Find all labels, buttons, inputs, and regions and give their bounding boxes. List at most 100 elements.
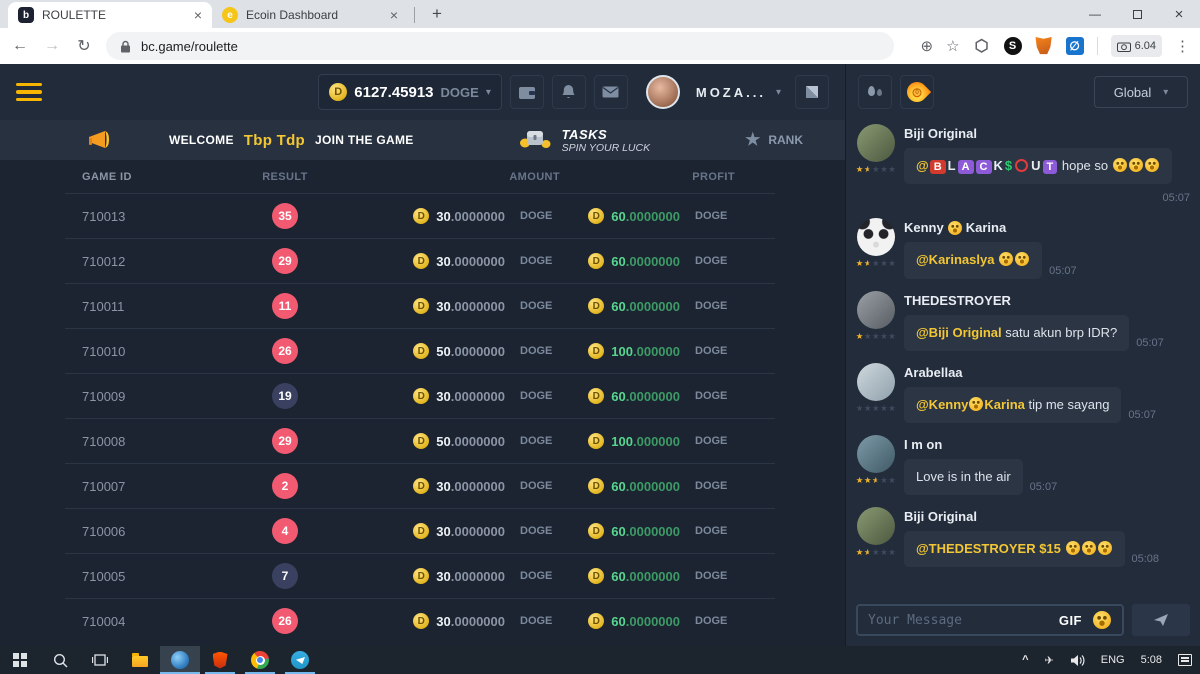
avatar[interactable] — [857, 507, 895, 545]
user-avatar[interactable] — [646, 75, 680, 109]
forward-button[interactable]: → — [42, 37, 62, 55]
chat-messages[interactable]: ★★★★★Biji Original@BLACK$UT hope so 05:0… — [846, 120, 1200, 600]
reload-button[interactable]: ↻ — [74, 36, 94, 56]
message-bubble[interactable]: @BLACK$UT hope so — [904, 148, 1172, 184]
menu-hamburger-icon[interactable] — [16, 83, 42, 102]
tray-expand-icon[interactable]: ^ — [1014, 646, 1036, 674]
doge-coin-icon: D — [413, 388, 429, 404]
taskbar-search-button[interactable] — [40, 646, 80, 674]
chat-message: ★★★★★KennyKarina@Karinaslya 05:07 — [854, 218, 1190, 278]
star-icon: ★ — [872, 258, 880, 268]
telegram-button[interactable] — [280, 646, 320, 674]
avatar[interactable] — [857, 435, 895, 473]
tasks-widget[interactable]: TASKS SPIN YOUR LUCK — [518, 127, 651, 154]
wallet-button[interactable] — [510, 75, 544, 109]
gif-button[interactable]: GIF — [1059, 613, 1082, 628]
action-center-button[interactable] — [1170, 646, 1200, 674]
message-input[interactable]: Your Message GIF — [856, 604, 1124, 636]
messages-button[interactable] — [594, 75, 628, 109]
avatar[interactable] — [857, 124, 895, 162]
chrome-button[interactable] — [240, 646, 280, 674]
amount-cell: D30.0000000DOGE — [355, 253, 580, 269]
table-row[interactable]: 71000426D30.0000000DOGED60.0000000DOGE — [65, 598, 775, 643]
volume-button[interactable] — [1062, 646, 1093, 674]
message-text: Karina — [966, 220, 1006, 235]
chevron-down-icon[interactable]: ▾ — [776, 87, 781, 98]
amount-currency: DOGE — [520, 525, 560, 537]
profit-decimals: .0000000 — [626, 614, 680, 629]
adblock-icon[interactable]: ∅ — [1066, 37, 1084, 55]
message-bubble[interactable]: @Biji Original satu akun brp IDR? — [904, 315, 1129, 351]
result-cell: 11 — [272, 293, 298, 319]
table-row[interactable]: 71001026D50.0000000DOGED100.000000DOGE — [65, 328, 775, 373]
balance-selector[interactable]: D 6127.45913 DOGE ▾ — [318, 74, 502, 110]
window-controls: — × — [1074, 0, 1200, 28]
message-body: KennyKarina@Karinaslya 05:07 — [904, 218, 1190, 278]
table-row[interactable]: 7100057D30.0000000DOGED60.0000000DOGE — [65, 553, 775, 598]
table-row[interactable]: 71001229D30.0000000DOGED60.0000000DOGE — [65, 238, 775, 283]
result-ball: 29 — [272, 248, 298, 274]
file-explorer-button[interactable] — [120, 646, 160, 674]
profit-currency: DOGE — [695, 570, 735, 582]
tab-roulette[interactable]: b ROULETTE × — [8, 2, 212, 28]
language-indicator[interactable]: ENG — [1093, 646, 1133, 674]
star-icon: ★ — [888, 164, 896, 174]
tab-close-icon[interactable]: × — [194, 7, 202, 23]
message-bubble[interactable]: Love is in the air — [904, 459, 1023, 495]
active-browser-button[interactable] — [160, 646, 200, 674]
rank-widget[interactable]: ★ RANK — [745, 130, 803, 150]
new-tab-button[interactable]: + — [425, 4, 449, 24]
red-circle-letter — [1015, 159, 1028, 172]
avatar[interactable] — [857, 218, 895, 256]
message-bubble[interactable]: @Karinaslya — [904, 242, 1042, 278]
send-button[interactable] — [1132, 604, 1190, 636]
table-row[interactable]: 7100072D30.0000000DOGED60.0000000DOGE — [65, 463, 775, 508]
clock[interactable]: 5:08 — [1133, 646, 1170, 674]
doge-coin-icon: D — [413, 253, 429, 269]
airplane-mode-icon[interactable]: ✈ — [1037, 646, 1062, 674]
table-row[interactable]: 7100064D30.0000000DOGED60.0000000DOGE — [65, 508, 775, 553]
tab-close-icon[interactable]: × — [390, 7, 398, 23]
extension-badge[interactable]: 6.04 — [1111, 35, 1162, 57]
game-id-cell: 710007 — [65, 479, 215, 494]
message-bubble[interactable]: @THEDESTROYER $15 — [904, 531, 1125, 567]
back-button[interactable]: ← — [10, 37, 30, 55]
close-window-button[interactable]: × — [1158, 0, 1200, 28]
minimize-button[interactable]: — — [1074, 0, 1116, 28]
coin-drop-button[interactable]: 0 — [900, 75, 934, 109]
table-row[interactable]: 71000829D50.0000000DOGED100.000000DOGE — [65, 418, 775, 463]
avatar[interactable] — [857, 363, 895, 401]
start-button[interactable] — [0, 646, 40, 674]
table-row[interactable]: 71001111D30.0000000DOGED60.0000000DOGE — [65, 283, 775, 328]
zoom-icon[interactable]: ⊕ — [921, 37, 934, 55]
rain-button[interactable] — [858, 75, 892, 109]
message-text: hope so — [1058, 158, 1112, 173]
extension-s-icon[interactable]: S — [1004, 37, 1022, 55]
message-text: satu akun brp IDR? — [1002, 325, 1118, 340]
restore-button[interactable] — [1116, 0, 1158, 28]
profit-decimals: .000000 — [633, 344, 680, 359]
profit-decimals: .0000000 — [626, 479, 680, 494]
brave-button[interactable] — [200, 646, 240, 674]
avatar[interactable] — [857, 291, 895, 329]
task-view-button[interactable] — [80, 646, 120, 674]
tab-ecoin-dashboard[interactable]: e Ecoin Dashboard × — [212, 2, 408, 28]
message-username: KennyKarina — [904, 220, 1190, 235]
extension-cube-icon[interactable]: ⬡ — [973, 37, 991, 55]
message-bubble[interactable]: @KennyKarina tip me sayang — [904, 387, 1121, 423]
notifications-button[interactable] — [552, 75, 586, 109]
amount-currency: DOGE — [520, 345, 560, 357]
star-icon: ★ — [856, 258, 864, 268]
chat-toggle-button[interactable] — [795, 75, 829, 109]
browser-menu-icon[interactable]: ⋮ — [1175, 37, 1190, 55]
table-row[interactable]: 71000919D30.0000000DOGED60.0000000DOGE — [65, 373, 775, 418]
address-bar[interactable]: bc.game/roulette — [106, 32, 894, 60]
bookmark-star-icon[interactable]: ☆ — [946, 37, 959, 55]
table-row[interactable]: 71001335D30.0000000DOGED60.0000000DOGE — [65, 193, 775, 238]
game-id-cell: 710009 — [65, 389, 215, 404]
metamask-icon[interactable] — [1035, 37, 1053, 55]
emoji-picker-icon[interactable] — [1093, 611, 1111, 629]
doge-coin-icon: D — [588, 478, 604, 494]
profit-cell: D60.0000000DOGE — [580, 298, 775, 314]
chat-channel-select[interactable]: Global ▾ — [1094, 76, 1188, 108]
